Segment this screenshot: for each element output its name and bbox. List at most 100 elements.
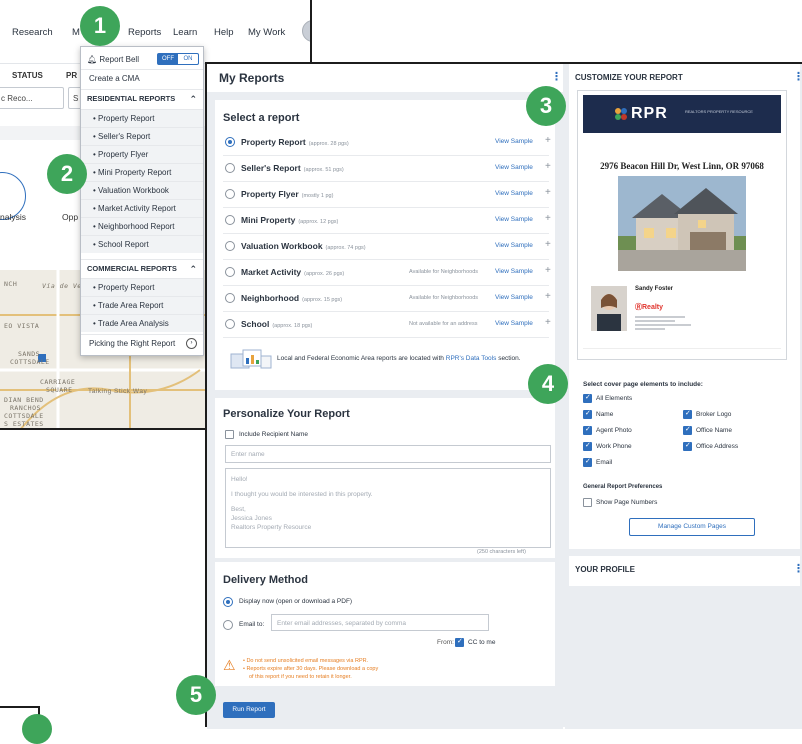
nav-reports[interactable]: Reports <box>128 27 161 38</box>
toggle-on[interactable]: ON <box>178 54 198 64</box>
email-checkbox[interactable] <box>583 457 592 467</box>
report-row-property-flyer[interactable]: Property Flyer (mostly 1 pg) View Sample … <box>223 182 551 208</box>
menu-item-sellers-report[interactable]: • Seller's Report <box>81 127 203 145</box>
manage-custom-pages-button[interactable]: Manage Custom Pages <box>629 518 755 536</box>
menu-item-market-activity-report[interactable]: • Market Activity Report <box>81 199 203 217</box>
opp-label[interactable]: Opp <box>62 212 78 222</box>
customize-title: CUSTOMIZE YOUR REPORT <box>575 73 683 82</box>
menu-item-commercial-property-report[interactable]: • Property Report <box>81 278 203 296</box>
plus-icon[interactable]: + <box>545 239 551 250</box>
report-bell[interactable]: 🔔︎ Report Bell <box>87 55 139 64</box>
map-label: SANDS <box>18 350 41 358</box>
menu-create-cma[interactable]: Create a CMA <box>81 69 203 87</box>
plus-icon[interactable]: + <box>545 213 551 224</box>
email-addresses-input[interactable]: Enter email addresses, separated by comm… <box>271 614 489 631</box>
menu-commercial-heading[interactable]: COMMERCIAL REPORTS ⌃ <box>81 259 203 277</box>
message-textarea[interactable]: Hello! I thought you would be interested… <box>225 468 551 548</box>
nav-my-work[interactable]: My Work <box>248 27 285 38</box>
message-line: Best, <box>231 506 246 513</box>
agent-photo-checkbox[interactable] <box>583 425 592 435</box>
report-row-neighborhood[interactable]: Neighborhood (approx. 15 pgs) Available f… <box>223 286 551 312</box>
view-sample-link[interactable]: View Sample <box>495 138 533 145</box>
run-report-button[interactable]: Run Report <box>223 702 275 718</box>
data-tools-note-text: Local and Federal Economic Area reports … <box>277 355 444 362</box>
plus-icon[interactable]: + <box>545 265 551 276</box>
view-sample-link[interactable]: View Sample <box>495 164 533 171</box>
radio-neighborhood[interactable] <box>225 293 235 303</box>
include-recipient-checkbox[interactable] <box>225 430 234 439</box>
radio-property-flyer[interactable] <box>225 189 235 199</box>
broker-logo-checkbox[interactable] <box>683 409 692 419</box>
data-tools-link[interactable]: RPR's Data Tools <box>446 355 497 362</box>
office-address-label: Office Address <box>696 443 739 450</box>
view-sample-link[interactable]: View Sample <box>495 216 533 223</box>
report-row-market-activity[interactable]: Market Activity (approx. 26 pgs) Availabl… <box>223 260 551 286</box>
more-options-icon[interactable]: ⋮ <box>551 70 562 83</box>
nav-research[interactable]: Research <box>12 27 53 38</box>
cc-to-me-checkbox[interactable] <box>455 637 464 647</box>
plus-icon[interactable]: + <box>545 291 551 302</box>
cover-page-preview[interactable]: RPR REALTORS PROPERTY RESOURCE 2976 Beac… <box>577 90 787 360</box>
office-name-checkbox[interactable] <box>683 425 692 435</box>
show-page-numbers-checkbox[interactable] <box>583 498 592 507</box>
name-checkbox[interactable] <box>583 409 592 419</box>
menu-item-label: Valuation Workbook <box>98 186 169 195</box>
report-row-mini-property[interactable]: Mini Property (approx. 12 pgs) View Sampl… <box>223 208 551 234</box>
report-bell-toggle[interactable]: OFF ON <box>157 53 199 65</box>
menu-picking-right-report[interactable]: Picking the Right Report › <box>81 334 203 352</box>
menu-residential-heading[interactable]: RESIDENTIAL REPORTS ⌃ <box>81 89 203 107</box>
general-prefs-heading: General Report Preferences <box>583 484 663 490</box>
plus-icon[interactable]: + <box>545 135 551 146</box>
menu-item-trade-area-analysis[interactable]: • Trade Area Analysis <box>81 314 203 332</box>
character-count: (250 characters left) <box>477 549 526 555</box>
radio-school[interactable] <box>225 319 235 329</box>
all-elements-checkbox[interactable] <box>583 393 592 403</box>
office-address-checkbox[interactable] <box>683 441 692 451</box>
menu-item-property-report[interactable]: • Property Report <box>81 109 203 127</box>
work-phone-checkbox[interactable] <box>583 441 592 451</box>
report-row-valuation-workbook[interactable]: Valuation Workbook (approx. 74 pgs) View … <box>223 234 551 260</box>
recipient-name-input[interactable]: Enter name <box>225 445 551 463</box>
analysis-label[interactable]: nalysis <box>0 212 26 222</box>
menu-item-label: Market Activity Report <box>98 204 176 213</box>
menu-item-mini-property-report[interactable]: • Mini Property Report <box>81 163 203 181</box>
warning-line: of this report if you need to retain it … <box>249 674 352 680</box>
radio-sellers-report[interactable] <box>225 163 235 173</box>
menu-item-neighborhood-report[interactable]: • Neighborhood Report <box>81 217 203 235</box>
more-options-icon[interactable]: ⋮ <box>793 70 802 83</box>
plus-icon[interactable]: + <box>545 317 551 328</box>
menu-item-trade-area-report[interactable]: • Trade Area Report <box>81 296 203 314</box>
your-profile-card[interactable]: YOUR PROFILE ⋮ <box>569 556 802 586</box>
menu-item-school-report[interactable]: • School Report <box>81 235 203 253</box>
view-sample-link[interactable]: View Sample <box>495 268 533 275</box>
partial-step-badge <box>22 714 52 744</box>
agent-portrait <box>591 286 627 331</box>
avatar[interactable] <box>302 20 310 42</box>
radio-market-activity[interactable] <box>225 267 235 277</box>
view-sample-link[interactable]: View Sample <box>495 190 533 197</box>
toggle-off[interactable]: OFF <box>158 54 178 64</box>
view-sample-link[interactable]: View Sample <box>495 294 533 301</box>
plus-icon[interactable]: + <box>545 187 551 198</box>
radio-email-to[interactable] <box>223 620 233 630</box>
view-sample-link[interactable]: View Sample <box>495 320 533 327</box>
from-label: From: <box>437 639 454 646</box>
menu-item-valuation-workbook[interactable]: • Valuation Workbook <box>81 181 203 199</box>
rpr-logo-text: RPR <box>631 105 668 122</box>
more-options-icon[interactable]: ⋮ <box>793 562 802 575</box>
plus-icon[interactable]: + <box>545 161 551 172</box>
radio-mini-property[interactable] <box>225 215 235 225</box>
report-row-property-report[interactable]: Property Report (approx. 28 pgs) View Sam… <box>223 130 551 156</box>
menu-item-property-flyer[interactable]: • Property Flyer <box>81 145 203 163</box>
radio-display-now[interactable] <box>223 597 233 607</box>
report-row-sellers-report[interactable]: Seller's Report (approx. 51 pgs) View Sam… <box>223 156 551 182</box>
nav-m[interactable]: M <box>72 27 80 38</box>
nav-learn[interactable]: Learn <box>173 27 197 38</box>
report-row-school[interactable]: School (approx. 18 pgs) Not available for… <box>223 312 551 338</box>
view-sample-link[interactable]: View Sample <box>495 242 533 249</box>
status-select[interactable]: c Reco... <box>0 87 64 109</box>
detail-line <box>635 320 675 322</box>
nav-help[interactable]: Help <box>214 27 234 38</box>
radio-property-report[interactable] <box>225 137 235 147</box>
radio-valuation-workbook[interactable] <box>225 241 235 251</box>
